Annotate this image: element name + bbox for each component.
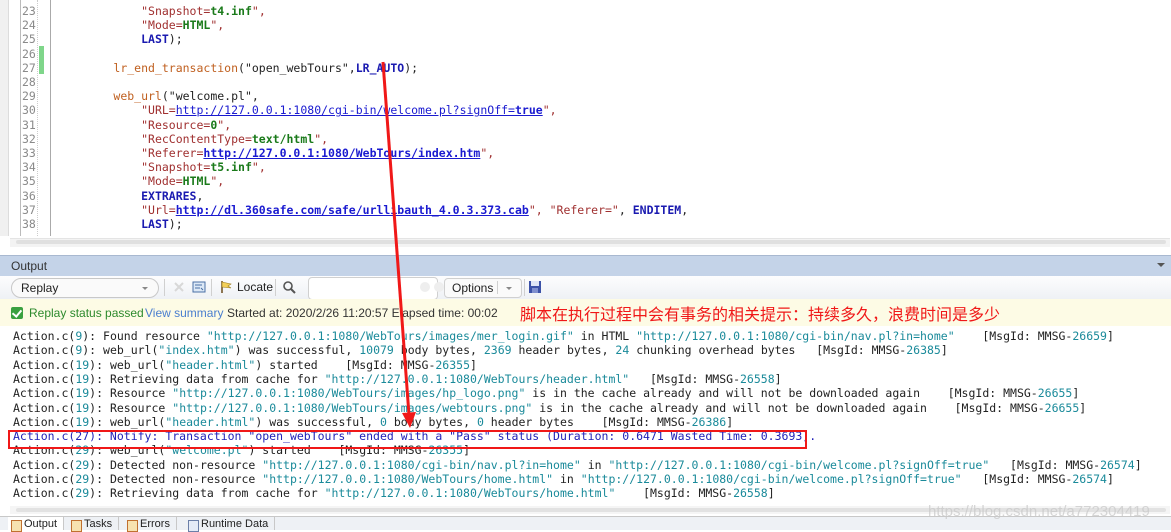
output-log[interactable]: Action.c(9): Found resource "http://127.… [0, 326, 1171, 506]
search-icon[interactable] [282, 280, 296, 294]
editor-left-strip [0, 0, 9, 236]
code-text: "URL=http://127.0.0.1:1080/cgi-bin/welco… [141, 103, 557, 118]
log-line: Action.c(19): web_url("header.html") was… [13, 414, 734, 429]
output-icon [11, 520, 22, 532]
output-toolbar: Replay Locate Options [0, 276, 1171, 300]
tab-output[interactable]: Output [8, 517, 65, 532]
options-button[interactable]: Options [444, 278, 522, 298]
watermark: https://blog.csdn.net/a772304419 [928, 503, 1150, 520]
started-elapsed-text: Started at: 2020/2/26 11:20:57 Elapsed t… [227, 306, 498, 320]
line-number: 29 [22, 89, 36, 104]
line-number: 36 [22, 188, 36, 203]
panel-menu-chevron-icon[interactable] [1157, 263, 1165, 267]
locate-flag-icon[interactable] [219, 280, 233, 294]
line-number: 38 [22, 217, 36, 231]
clear-icon[interactable] [172, 280, 186, 294]
code-text: lr_end_transaction("open_webTours",LR_AU… [113, 60, 419, 75]
log-line: Action.c(29): Retrieving data from cache… [13, 486, 775, 501]
output-mode-value: Replay [21, 281, 59, 295]
tab-errors[interactable]: Errors [124, 517, 177, 532]
gutter-divider [50, 0, 51, 236]
runtime-data-icon [188, 520, 199, 532]
line-number: 24 [22, 18, 36, 33]
code-text: "Mode=HTML", [141, 18, 225, 33]
log-line: Action.c(19): web_url("header.html") sta… [13, 357, 477, 372]
line-number: 37 [22, 202, 36, 217]
tab-label: Runtime Data [201, 518, 269, 530]
checkmark-icon [11, 307, 23, 319]
locate-button[interactable]: Locate [237, 280, 273, 294]
code-text: web_url("welcome.pl", [113, 89, 259, 104]
save-icon[interactable] [528, 280, 542, 294]
line-number: 33 [22, 146, 36, 160]
log-line: Action.c(19): Retrieving data from cache… [13, 371, 782, 386]
output-panel-header: Output [0, 255, 1171, 276]
code-text: "Resource=0", [141, 117, 232, 132]
line-number: 26 [22, 46, 36, 61]
log-line: Action.c(19): Resource "http://127.0.0.1… [13, 386, 1080, 401]
chevron-down-icon[interactable] [506, 287, 512, 290]
line-number: 35 [22, 174, 36, 189]
code-text: "Mode=HTML", [141, 174, 225, 189]
tasks-icon [71, 520, 82, 532]
wrap-text-icon[interactable] [192, 280, 206, 294]
errors-icon [127, 520, 138, 532]
editor-horizontal-scrollbar[interactable] [10, 238, 1170, 247]
tab-label: Errors [140, 518, 170, 530]
code-text: EXTRARES, [141, 188, 204, 203]
line-number: 28 [22, 75, 36, 89]
tab-runtime-data[interactable]: Runtime Data [185, 517, 276, 532]
log-line: Action.c(29): Detected non-resource "htt… [13, 457, 1142, 472]
code-text: "Referer=http://127.0.0.1:1080/WebTours/… [141, 146, 495, 160]
log-line: Action.c(19): Resource "http://127.0.0.1… [13, 400, 1087, 415]
highlight-box [8, 430, 807, 449]
code-text: "Snapshot=t5.inf", [141, 160, 266, 175]
toolbar-divider [211, 279, 212, 296]
code-text: LAST); [141, 217, 183, 231]
line-number: 23 [22, 4, 36, 18]
view-summary-link[interactable]: View summary [145, 306, 223, 320]
line-number: 27 [22, 60, 36, 75]
tab-label: Output [24, 518, 58, 530]
options-label: Options [452, 281, 494, 295]
log-line: Action.c(29): Detected non-resource "htt… [13, 472, 1114, 486]
tab-tasks[interactable]: Tasks [68, 517, 120, 532]
line-number: 25 [22, 32, 36, 47]
toolbar-divider [275, 279, 276, 296]
code-text: "Snapshot=t4.inf", [141, 4, 266, 18]
code-text: LAST); [141, 32, 183, 47]
code-text: "RecContentType=text/html", [141, 131, 329, 146]
line-number: 34 [22, 160, 36, 175]
log-line: Action.c(9): Found resource "http://127.… [13, 329, 1114, 343]
script-editor[interactable]: 23 "Snapshot=t4.inf", 24 "Mode=HTML", 25 L… [0, 0, 1171, 248]
output-panel-title: Output [11, 259, 48, 273]
scrollbar-thumb[interactable] [16, 240, 1166, 244]
replay-status-text: Replay status passed [29, 306, 144, 320]
annotation-note: 脚本在执行过程中会有事务的相关提示：持续多久，浪费时间是多少 [520, 305, 1001, 324]
split-divider [497, 281, 498, 294]
line-number: 30 [22, 103, 36, 118]
line-number: 31 [22, 117, 36, 132]
change-marker [39, 46, 44, 74]
toolbar-divider [524, 279, 525, 296]
line-number: 32 [22, 131, 36, 146]
find-previous-icon[interactable] [418, 280, 432, 294]
toolbar-divider [164, 279, 165, 296]
tab-label: Tasks [84, 518, 113, 530]
code-text: "Url=http://dl.360safe.com/safe/urllibau… [141, 202, 689, 217]
output-mode-select[interactable]: Replay [11, 278, 159, 298]
log-line: Action.c(9): web_url("index.htm") was su… [13, 343, 948, 358]
chevron-down-icon [142, 287, 148, 290]
